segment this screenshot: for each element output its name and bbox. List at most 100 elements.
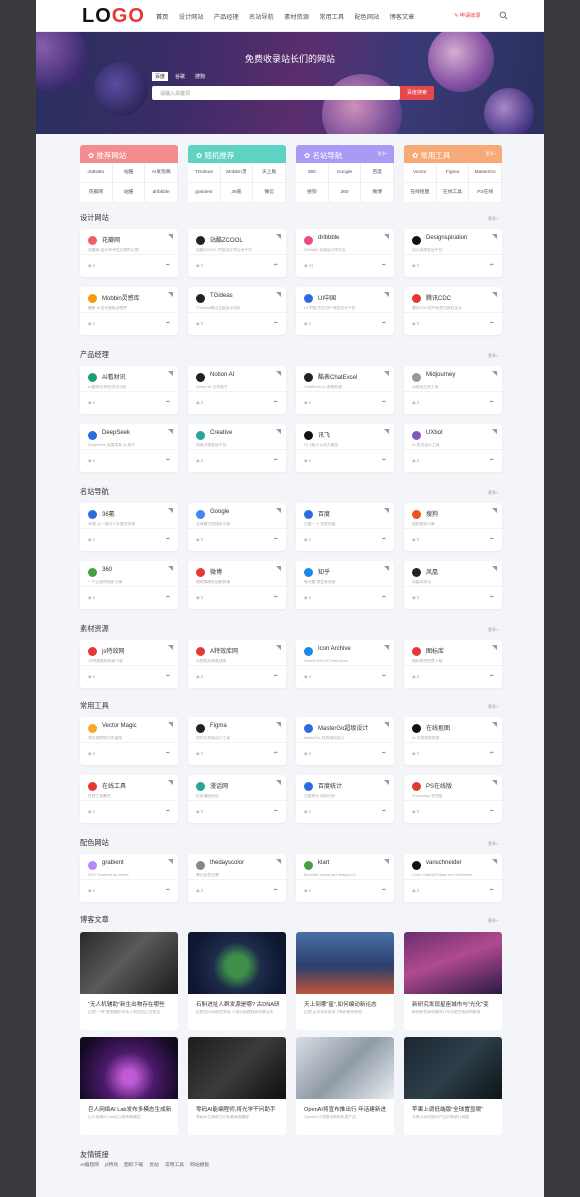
site-card[interactable]: TGideas TGideas腾讯互娱设计团队 ◉ 0 ➦ [188,287,286,335]
site-card[interactable]: PS在线版 Photoshop 在线版 ◉ 0 ➦ [404,775,502,823]
corner-link-icon[interactable] [492,645,497,650]
nav-item[interactable]: 设计网站 [179,12,204,21]
category-header[interactable]: ✿ 常用工具 更多+ [404,145,502,163]
share-icon[interactable]: ➦ [490,673,494,679]
site-card[interactable]: 腾讯CDC 腾讯CDC用户研究与体验设计 ◉ 0 ➦ [404,287,502,335]
nav-item[interactable]: 常用工具 [319,12,344,21]
nav-item[interactable]: 博客文章 [390,12,415,21]
category-link[interactable]: Mobbin灵 [220,163,254,183]
corner-link-icon[interactable] [276,429,281,434]
share-icon[interactable]: ➦ [490,887,494,893]
share-icon[interactable]: ➦ [382,673,386,679]
corner-link-icon[interactable] [276,371,281,376]
corner-link-icon[interactable] [492,429,497,434]
share-icon[interactable]: ➦ [166,673,170,679]
blog-thumbnail[interactable] [188,1037,286,1099]
site-card[interactable]: grabient 2017 Grabient by unfold ◉ 0 ➦ [80,854,178,902]
site-card[interactable]: 百度 百度一下,你就知道 ◉ 0 ➦ [296,503,394,551]
corner-link-icon[interactable] [168,371,173,376]
corner-link-icon[interactable] [384,508,389,513]
share-icon[interactable]: ➦ [166,750,170,756]
share-icon[interactable]: ➦ [490,320,494,326]
share-icon[interactable]: ➦ [382,594,386,600]
corner-link-icon[interactable] [492,722,497,727]
corner-link-icon[interactable] [168,859,173,864]
category-link[interactable]: JoBoBo [80,163,113,183]
blog-title[interactable]: 苹果上调低端版"全球置显眼" [412,1105,496,1113]
site-card[interactable]: Vector Magic 将位图转换为矢量图 ◉ 0 ➦ [80,717,178,765]
share-icon[interactable]: ➦ [274,536,278,542]
site-card[interactable]: 36氪 36氪,让一部分人先看到未来 ◉ 0 ➦ [80,503,178,551]
site-card[interactable]: 站酷ZCOOL 站酷ZCOOL,中国设计师互动平台 ◉ 0 ➦ [188,229,286,277]
category-link[interactable]: 百度 [361,163,394,183]
search-icon[interactable] [499,11,508,20]
corner-link-icon[interactable] [384,371,389,376]
blog-card[interactable]: 苹果上调低端版"全球置显眼" 苹果公司对部分产品价格进行调整 [404,1037,502,1135]
friend-link[interactable]: 图标下载 [124,1163,143,1168]
blog-title[interactable]: 新研究发现星座城市与"光化"变 [412,1000,496,1008]
category-link[interactable]: 搜狗 [296,183,329,203]
share-icon[interactable]: ➦ [274,887,278,893]
site-card[interactable]: 百度统计 百度统计 网站分析 ◉ 0 ➦ [296,775,394,823]
category-link[interactable]: 360 [328,183,362,203]
site-card[interactable]: 漫话网 在线漫画阅读 ◉ 0 ➦ [188,775,286,823]
share-icon[interactable]: ➦ [490,399,494,405]
category-link[interactable]: 花瓣网 [80,183,113,203]
corner-link-icon[interactable] [168,645,173,650]
category-link[interactable]: Vector [404,163,437,183]
site-card[interactable]: dribbble Dribbble 全球设计师社区 ◉ 41 ➦ [296,229,394,277]
corner-link-icon[interactable] [276,645,281,650]
site-card[interactable]: 知乎 有问题,就会有答案 ◉ 0 ➦ [296,561,394,609]
blog-title[interactable]: OpenAI将宣布推出行 年话建新进 [304,1105,388,1113]
category-link[interactable]: 360 [296,163,329,183]
share-icon[interactable]: ➦ [274,262,278,268]
category-link[interactable]: 微博 [361,183,394,203]
corner-link-icon[interactable] [384,234,389,239]
category-link[interactable]: 在线抠图 [404,183,437,203]
corner-link-icon[interactable] [384,429,389,434]
share-icon[interactable]: ➦ [382,750,386,756]
share-icon[interactable]: ➦ [274,320,278,326]
blog-card[interactable]: 巨人网络AI Lab发布多模态生成新 巨人网络AI Lab近日发布新模型 [80,1037,178,1135]
share-icon[interactable]: ➦ [166,887,170,893]
friend-link[interactable]: js特效 [105,1163,118,1168]
corner-link-icon[interactable] [384,859,389,864]
site-card[interactable]: UXbot AI 原型设计工具 ◉ 0 ➦ [404,424,502,472]
share-icon[interactable]: ➦ [490,808,494,814]
share-icon[interactable]: ➦ [166,594,170,600]
share-icon[interactable]: ➦ [490,457,494,463]
category-link[interactable]: 微信 [253,183,286,203]
corner-link-icon[interactable] [492,371,497,376]
site-card[interactable]: AI看财讯 AI看财讯,财经资讯分析 ◉ 0 ➦ [80,366,178,414]
section-more-link[interactable]: 更多+ [488,490,498,496]
site-card[interactable]: 图标库 图标素材免费下载 ◉ 0 ➦ [404,640,502,688]
category-more-link[interactable]: 更多+ [378,151,388,157]
blog-card[interactable]: 新研究发现星座城市与"光化"变 新的研究表明城市灯光对星空观测的影响 [404,932,502,1030]
share-icon[interactable]: ➦ [274,457,278,463]
share-icon[interactable]: ➦ [274,673,278,679]
category-link[interactable]: dribbble [145,183,178,203]
corner-link-icon[interactable] [168,780,173,785]
site-card[interactable]: js特效网 JS特效素材资源下载 ◉ 0 ➦ [80,640,178,688]
search-input[interactable]: 请输入关键词 [152,86,400,100]
blog-card[interactable]: "无人机辅助"新生出物存在哪些 近期,一种"增强辅助"的无人机应用正在热议 [80,932,178,1030]
corner-link-icon[interactable] [384,566,389,571]
friend-link[interactable]: AI编程网 [80,1163,99,1168]
tab-google[interactable]: 谷歌 [172,72,188,81]
apply-link[interactable]: ✎ 申请收录 [454,12,481,19]
site-card[interactable]: Mobbin灵感库 最新 UI设计模板灵感库 ◉ 0 ➦ [80,287,178,335]
search-button[interactable]: 百度搜索 [400,86,434,100]
site-card[interactable]: 在线工具 在线工具集合 ◉ 0 ➦ [80,775,178,823]
site-card[interactable]: Google 全球最大的搜索引擎 ◉ 0 ➦ [188,503,286,551]
section-more-link[interactable]: 更多+ [488,841,498,847]
friend-link[interactable]: 优站 [149,1163,159,1168]
site-card[interactable]: Midjourney AI绘画生成工具 ◉ 0 ➦ [404,366,502,414]
friend-link[interactable]: 常用工具 [165,1163,184,1168]
category-link[interactable]: TGideas [188,163,221,183]
category-link[interactable]: 站酷 [112,183,146,203]
blog-thumbnail[interactable] [80,1037,178,1099]
corner-link-icon[interactable] [384,722,389,727]
share-icon[interactable]: ➦ [166,808,170,814]
category-header[interactable]: ✿ 随机推荐 [188,145,286,163]
tab-baidu[interactable]: 百度 [152,72,169,81]
